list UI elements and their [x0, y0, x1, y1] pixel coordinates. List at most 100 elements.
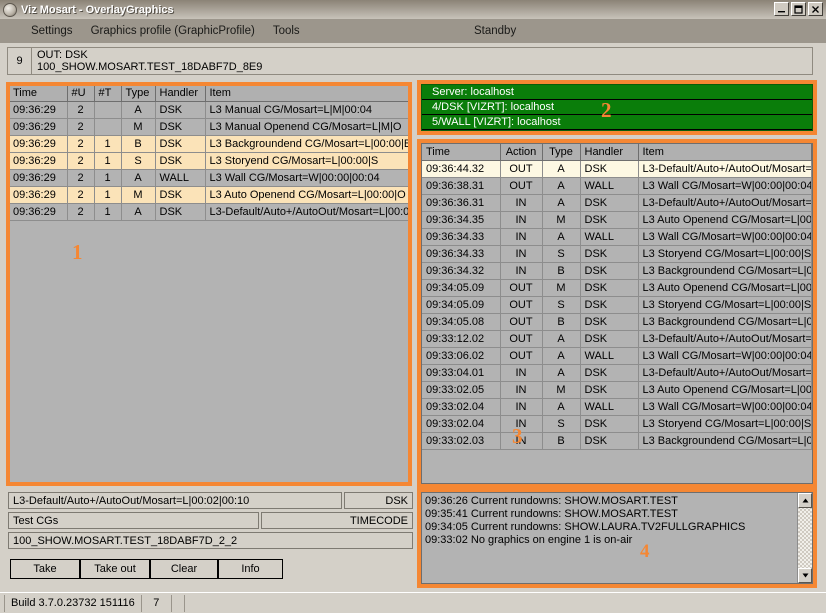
cell-type: A: [542, 399, 580, 416]
cell-type: A: [542, 348, 580, 365]
app-globe-icon: [3, 3, 17, 17]
minimize-button[interactable]: [774, 2, 789, 16]
playlist-col-u[interactable]: #U: [67, 85, 94, 102]
table-row[interactable]: 09:33:02.04 IN S DSK L3 Storyend CG/Mosa…: [422, 416, 812, 433]
annotation-number-2: 2: [601, 98, 612, 123]
close-button[interactable]: [808, 2, 823, 16]
cell-item: L3 Auto Openend CG/Mosart=L|00:00|O: [638, 382, 812, 399]
cell-t: 1: [94, 170, 121, 187]
playlist-col-item[interactable]: Item: [205, 85, 409, 102]
table-row[interactable]: 09:36:34.33 IN S DSK L3 Storyend CG/Mosa…: [422, 246, 812, 263]
table-row[interactable]: 09:36:29 2 M DSK L3 Manual Openend CG/Mo…: [9, 119, 409, 136]
cell-u: 2: [67, 204, 94, 221]
playlist-col-handler[interactable]: Handler: [155, 85, 205, 102]
table-row[interactable]: 09:34:05.09 OUT M DSK L3 Auto Openend CG…: [422, 280, 812, 297]
log-col-time[interactable]: Time: [422, 144, 500, 161]
info-button[interactable]: Info: [218, 559, 283, 579]
cell-time: 09:33:02.03: [422, 433, 500, 450]
server-status-panel[interactable]: Server: localhost 4/DSK [VIZRT]: localho…: [421, 84, 813, 131]
annotation-number-3: 3: [512, 424, 523, 449]
server-row-host[interactable]: Server: localhost: [422, 85, 812, 100]
window-controls: [774, 2, 823, 16]
table-row[interactable]: 09:36:34.33 IN A WALL L3 Wall CG/Mosart=…: [422, 229, 812, 246]
table-row[interactable]: 09:36:29 2 1 A DSK L3-Default/Auto+/Auto…: [9, 204, 409, 221]
scroll-up-icon[interactable]: [798, 493, 812, 508]
current-id-field[interactable]: 100_SHOW.MOSART.TEST_18DABF7D_2_2: [8, 532, 413, 549]
title-bar: Viz Mosart - OverlayGraphics: [0, 0, 826, 19]
table-row[interactable]: 09:36:29 2 1 A WALL L3 Wall CG/Mosart=W|…: [9, 170, 409, 187]
table-row[interactable]: 09:36:44.32 OUT A DSK L3-Default/Auto+/A…: [422, 161, 812, 178]
cell-type: A: [542, 195, 580, 212]
on-air-details: OUT: DSK 100_SHOW.MOSART.TEST_18DABF7D_8…: [32, 48, 812, 74]
cell-type: A: [121, 170, 155, 187]
log-col-type[interactable]: Type: [542, 144, 580, 161]
cell-type: A: [542, 161, 580, 178]
cell-action: IN: [500, 399, 542, 416]
menu-item-graphics-profile[interactable]: Graphics profile (GraphicProfile): [82, 19, 264, 43]
log-col-handler[interactable]: Handler: [580, 144, 638, 161]
table-row[interactable]: 09:33:04.01 IN A DSK L3-Default/Auto+/Au…: [422, 365, 812, 382]
table-row[interactable]: 09:34:05.08 OUT B DSK L3 Backgroundend C…: [422, 314, 812, 331]
clear-button[interactable]: Clear: [150, 559, 218, 579]
take-button[interactable]: Take: [10, 559, 80, 579]
playlist-header-row: Time #U #T Type Handler Item: [9, 85, 409, 102]
cell-handler: DSK: [580, 263, 638, 280]
menu-item-settings[interactable]: Settings: [22, 19, 82, 43]
table-row[interactable]: 09:33:02.05 IN M DSK L3 Auto Openend CG/…: [422, 382, 812, 399]
cell-action: IN: [500, 263, 542, 280]
cell-time: 09:33:04.01: [422, 365, 500, 382]
list-item: 09:34:05 Current rundowns: SHOW.LAURA.TV…: [425, 521, 797, 534]
cell-type: S: [542, 246, 580, 263]
table-row[interactable]: 09:36:29 2 1 B DSK L3 Backgroundend CG/M…: [9, 136, 409, 153]
log-col-action[interactable]: Action: [500, 144, 542, 161]
status-build-label: Build 3.7.0.23732 151116: [4, 595, 142, 612]
current-template-field[interactable]: L3-Default/Auto+/AutoOut/Mosart=L|00:02|…: [8, 492, 342, 509]
scroll-down-icon[interactable]: [798, 568, 812, 583]
server-row-wall[interactable]: 5/WALL [VIZRT]: localhost: [422, 115, 812, 130]
menu-item-tools[interactable]: Tools: [264, 19, 309, 43]
server-row-dsk[interactable]: 4/DSK [VIZRT]: localhost: [422, 100, 812, 115]
cell-time: 09:36:29: [9, 170, 67, 187]
table-row[interactable]: 09:36:29 2 1 S DSK L3 Storyend CG/Mosart…: [9, 153, 409, 170]
table-row[interactable]: 09:33:12.02 OUT A DSK L3-Default/Auto+/A…: [422, 331, 812, 348]
cell-handler: WALL: [155, 170, 205, 187]
take-out-button[interactable]: Take out: [80, 559, 150, 579]
log-col-item[interactable]: Item: [638, 144, 812, 161]
playlist-col-t[interactable]: #T: [94, 85, 121, 102]
cell-item: L3-Default/Auto+/AutoOut/Mosart=L|00:02|…: [205, 204, 409, 221]
cell-action: OUT: [500, 314, 542, 331]
cell-handler: DSK: [155, 119, 205, 136]
table-row[interactable]: 09:33:02.03 IN B DSK L3 Backgroundend CG…: [422, 433, 812, 450]
cell-item: L3 Backgroundend CG/Mosart=L|00:00|B: [638, 263, 812, 280]
cell-item: L3-Default/Auto+/AutoOut/Mosart=L|00:02|…: [638, 365, 812, 382]
message-log-scrollbar[interactable]: [797, 493, 812, 583]
app-window: Viz Mosart - OverlayGraphics Settings Gr…: [0, 0, 826, 613]
current-handler-field[interactable]: DSK: [344, 492, 413, 509]
table-row[interactable]: 09:33:02.04 IN A WALL L3 Wall CG/Mosart=…: [422, 399, 812, 416]
table-row[interactable]: 09:36:38.31 OUT A WALL L3 Wall CG/Mosart…: [422, 178, 812, 195]
message-log-panel[interactable]: 09:36:26 Current rundowns: SHOW.MOSART.T…: [421, 492, 813, 584]
cell-t: 1: [94, 136, 121, 153]
cell-time: 09:34:05.08: [422, 314, 500, 331]
table-row[interactable]: 09:34:05.09 OUT S DSK L3 Storyend CG/Mos…: [422, 297, 812, 314]
cell-t: 1: [94, 204, 121, 221]
on-air-status-strip[interactable]: 9 OUT: DSK 100_SHOW.MOSART.TEST_18DABF7D…: [7, 47, 813, 75]
table-row[interactable]: 09:36:29 2 1 M DSK L3 Auto Openend CG/Mo…: [9, 187, 409, 204]
playlist-table-body: 09:36:29 2 A DSK L3 Manual CG/Mosart=L|M…: [9, 102, 409, 221]
event-log-table[interactable]: Time Action Type Handler Item 09:36:44.3…: [421, 143, 813, 484]
table-row[interactable]: 09:36:34.32 IN B DSK L3 Backgroundend CG…: [422, 263, 812, 280]
table-row[interactable]: 09:33:06.02 OUT A WALL L3 Wall CG/Mosart…: [422, 348, 812, 365]
timecode-field[interactable]: TIMECODE: [261, 512, 413, 529]
table-row[interactable]: 09:36:29 2 A DSK L3 Manual CG/Mosart=L|M…: [9, 102, 409, 119]
cell-time: 09:36:44.32: [422, 161, 500, 178]
playlist-col-time[interactable]: Time: [9, 85, 67, 102]
playlist-table[interactable]: Time #U #T Type Handler Item 09:36:29 2 …: [8, 84, 410, 484]
table-row[interactable]: 09:36:34.35 IN M DSK L3 Auto Openend CG/…: [422, 212, 812, 229]
current-name-field[interactable]: Test CGs: [8, 512, 259, 529]
maximize-button[interactable]: [791, 2, 806, 16]
cell-item: L3 Wall CG/Mosart=W|00:00|00:04: [638, 399, 812, 416]
cell-action: IN: [500, 212, 542, 229]
list-item: 09:33:02 No graphics on engine 1 is on-a…: [425, 534, 797, 547]
playlist-col-type[interactable]: Type: [121, 85, 155, 102]
table-row[interactable]: 09:36:36.31 IN A DSK L3-Default/Auto+/Au…: [422, 195, 812, 212]
